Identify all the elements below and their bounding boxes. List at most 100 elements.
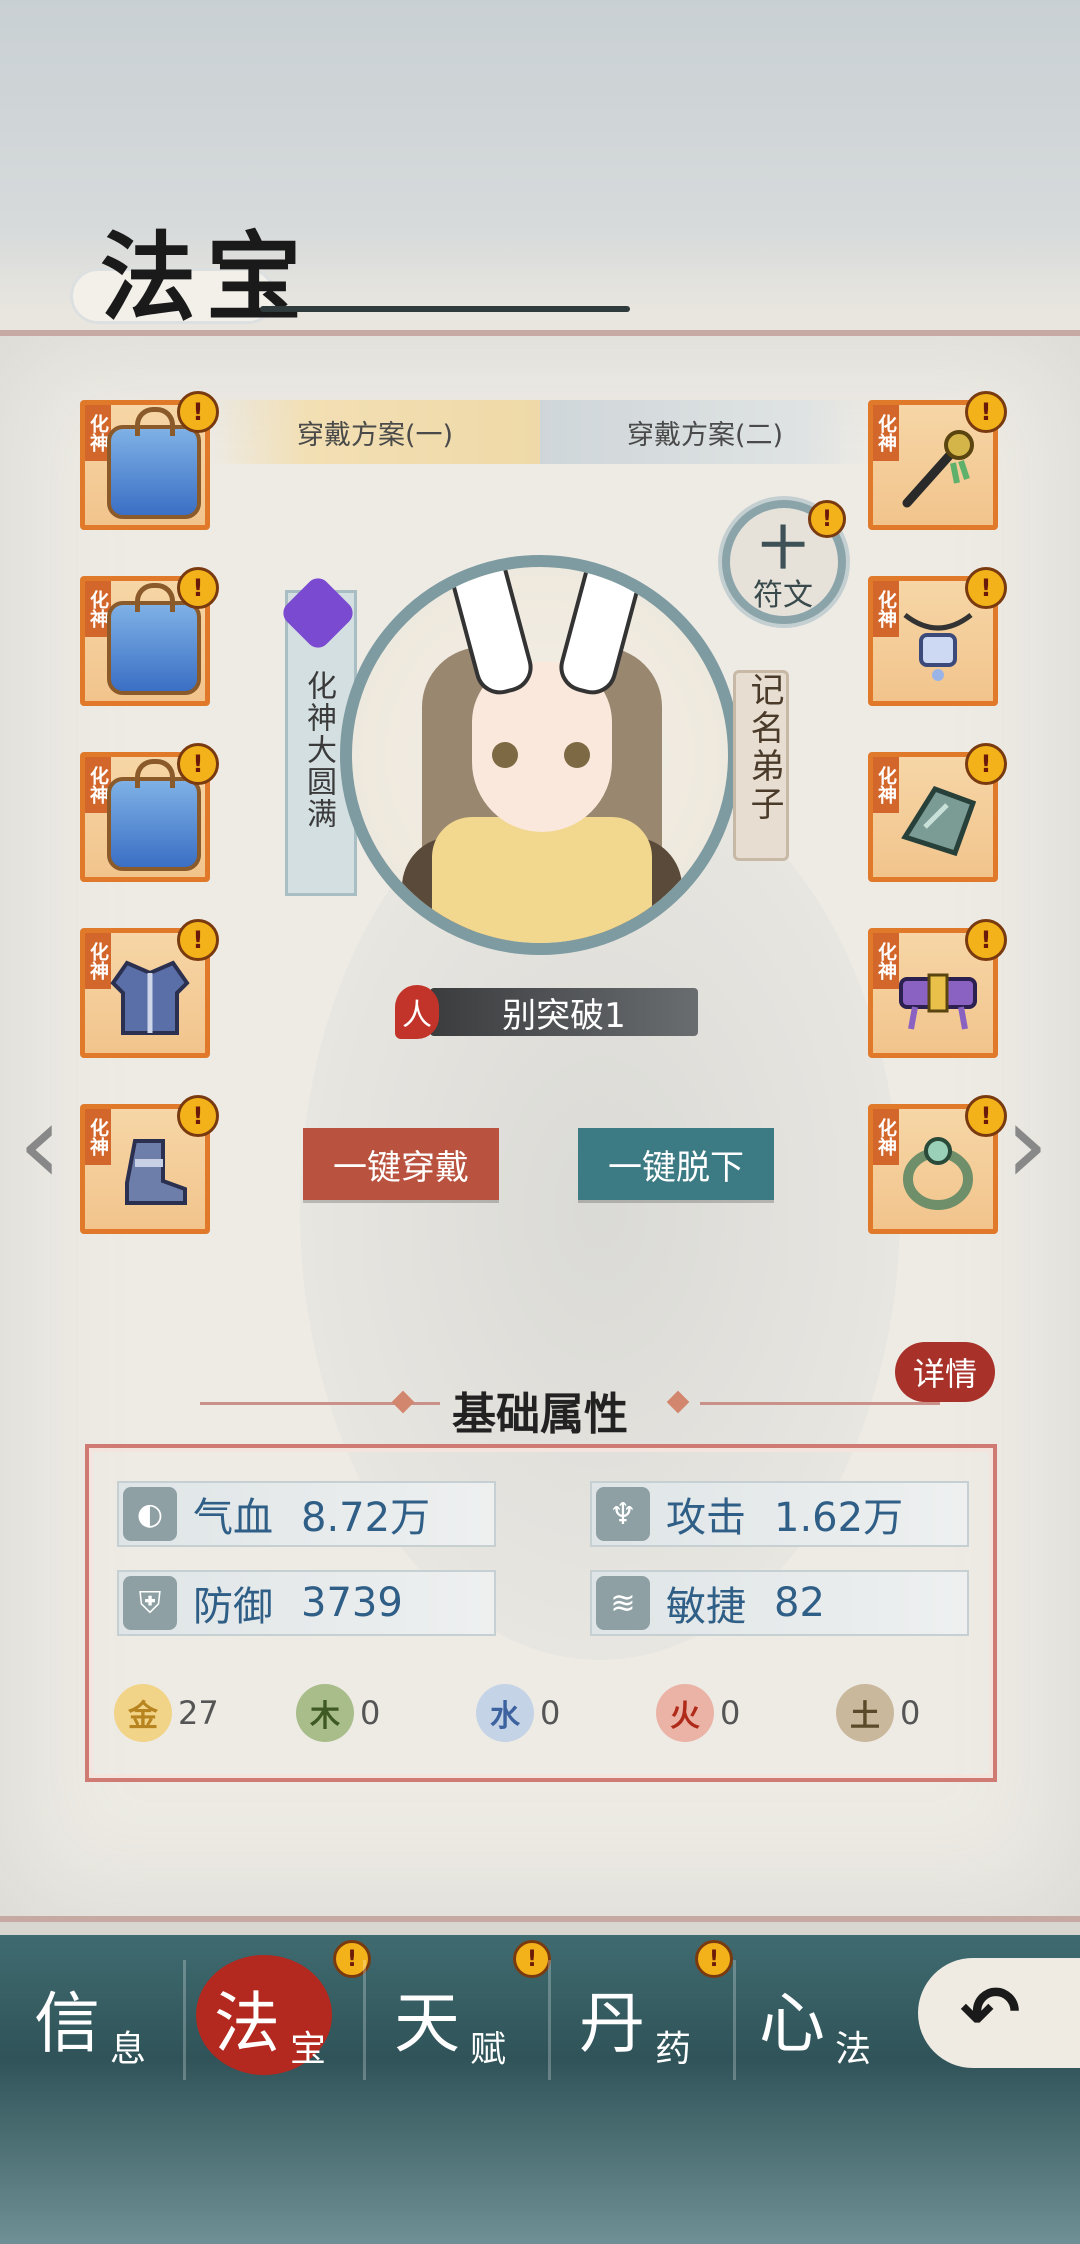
sword-icon: ♆ — [596, 1487, 650, 1541]
nav-label-sub: 法 — [835, 2029, 872, 2070]
nav-label-main: 天 — [394, 1985, 460, 2062]
belt-icon — [895, 953, 981, 1039]
element-value: 0 — [540, 1694, 561, 1732]
nav-label-main: 信 — [34, 1985, 100, 2062]
back-arrow-icon: ↶ — [960, 1970, 1021, 2054]
nav-divider — [183, 1960, 186, 2080]
earth-element-icon: 土 — [836, 1684, 894, 1742]
alert-icon: ! — [965, 743, 1007, 785]
nav-info[interactable]: 信 息 — [20, 1950, 200, 2100]
wing-icon: ≋ — [596, 1576, 650, 1630]
nav-label-main: 法 — [214, 1985, 280, 2062]
realm-label: 化神大圆满 — [301, 670, 336, 830]
attributes-title: 基础属性 — [452, 1389, 628, 1440]
stat-label: 攻击 — [666, 1495, 746, 1541]
equip-slot-right-1[interactable]: 化神 ! — [868, 391, 1007, 530]
rune-label: 符文 — [753, 578, 813, 613]
stat-label: 气血 — [193, 1495, 273, 1541]
lantern-box-icon — [107, 407, 201, 519]
stat-hp: ◐ 气血 8.72万 — [117, 1481, 496, 1547]
fire-element-icon: 火 — [656, 1684, 714, 1742]
tab-outfit-2[interactable]: 穿戴方案(二) — [540, 400, 870, 464]
equip-slot-right-4[interactable]: 化神 ! — [868, 919, 1007, 1058]
character-portrait[interactable] — [340, 555, 740, 955]
alert-icon: ! — [177, 919, 219, 961]
shield-icon: ⛨ — [123, 1576, 177, 1630]
page-title: 法宝 — [100, 221, 312, 334]
element-value: 0 — [720, 1694, 741, 1732]
rune-plus-icon: 十 — [760, 521, 806, 575]
equip-slot-left-4[interactable]: 化神 ! — [80, 919, 219, 1058]
race-badge: 人 — [395, 985, 439, 1039]
ring-icon — [895, 1129, 981, 1215]
alert-icon: ! — [177, 391, 219, 433]
boots-icon — [107, 1129, 193, 1215]
element-value: 0 — [900, 1694, 921, 1732]
blood-drop-icon: ◐ — [123, 1487, 177, 1541]
nav-divider — [548, 1960, 551, 2080]
nav-mind[interactable]: 心 法 — [745, 1950, 925, 2100]
element-earth: 土 0 — [836, 1684, 920, 1742]
body-decoration — [432, 817, 652, 943]
eye-decoration — [564, 742, 590, 768]
unequip-all-button[interactable]: 一键脱下 — [578, 1128, 774, 1200]
character-name: 别突破1 — [430, 988, 698, 1036]
element-value: 0 — [360, 1694, 381, 1732]
element-water: 水 0 — [476, 1684, 560, 1742]
alert-icon: ! — [177, 1095, 219, 1137]
alert-icon: ! — [177, 567, 219, 609]
equip-slot-right-3[interactable]: 化神 ! — [868, 743, 1007, 882]
nav-label-main: 心 — [759, 1985, 825, 2062]
stat-defense: ⛨ 防御 3739 — [117, 1570, 496, 1636]
water-element-icon: 水 — [476, 1684, 534, 1742]
tab-outfit-1[interactable]: 穿戴方案(一) — [210, 400, 540, 464]
pendant-icon — [895, 601, 981, 687]
equip-slot-right-5[interactable]: 化神 ! — [868, 1095, 1007, 1234]
alert-icon: ! — [695, 1940, 733, 1978]
stat-label: 敏捷 — [666, 1584, 746, 1630]
equip-slot-left-2[interactable]: 化神 ! — [80, 567, 219, 706]
alert-icon: ! — [965, 391, 1007, 433]
element-value: 27 — [178, 1694, 219, 1732]
equip-slot-left-3[interactable]: 化神 ! — [80, 743, 219, 882]
stat-value: 8.72万 — [301, 1495, 431, 1541]
stat-attack: ♆ 攻击 1.62万 — [590, 1481, 969, 1547]
equip-slot-right-2[interactable]: 化神 ! — [868, 567, 1007, 706]
alert-icon: ! — [965, 567, 1007, 609]
equip-slot-left-5[interactable]: 化神 ! — [80, 1095, 219, 1234]
nav-label-sub: 药 — [655, 2029, 692, 2070]
rank-label: 记名弟子 — [744, 672, 784, 824]
equip-all-button[interactable]: 一键穿戴 — [303, 1128, 499, 1200]
alert-icon: ! — [965, 919, 1007, 961]
next-arrow-icon[interactable]: › — [1005, 1080, 1049, 1208]
stat-value: 82 — [774, 1580, 825, 1626]
metal-element-icon: 金 — [114, 1684, 172, 1742]
stat-label: 防御 — [193, 1584, 273, 1630]
nav-divider — [363, 1960, 366, 2080]
lantern-box-icon — [107, 583, 201, 695]
alert-icon: ! — [965, 1095, 1007, 1137]
eye-decoration — [492, 742, 518, 768]
wood-element-icon: 木 — [296, 1684, 354, 1742]
alert-icon: ! — [513, 1940, 551, 1978]
nav-label-sub: 赋 — [470, 2029, 507, 2070]
prev-arrow-icon[interactable]: ‹ — [18, 1080, 62, 1208]
jade-shard-icon — [895, 777, 981, 863]
element-fire: 火 0 — [656, 1684, 740, 1742]
nav-divider — [733, 1960, 736, 2080]
alert-icon: ! — [808, 500, 846, 538]
nav-label-sub: 息 — [110, 2029, 147, 2070]
stat-agility: ≋ 敏捷 82 — [590, 1570, 969, 1636]
element-wood: 木 0 — [296, 1684, 380, 1742]
lantern-box-icon — [107, 759, 201, 871]
nav-label-main: 丹 — [579, 1985, 645, 2062]
nav-label-sub: 宝 — [290, 2029, 327, 2070]
element-metal: 金 27 — [114, 1684, 219, 1742]
alert-icon: ! — [177, 743, 219, 785]
stat-value: 1.62万 — [774, 1495, 904, 1541]
staff-weapon-icon — [895, 425, 981, 511]
equip-slot-left-1[interactable]: 化神 ! — [80, 391, 219, 530]
robe-icon — [107, 953, 193, 1039]
stat-value: 3739 — [301, 1580, 403, 1626]
title-underline — [260, 306, 630, 312]
